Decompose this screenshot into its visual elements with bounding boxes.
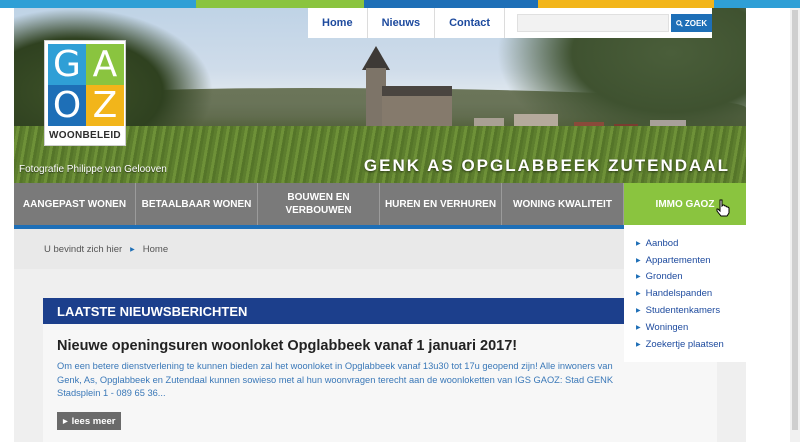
top-navigation: Home Nieuws Contact ZOEK [308,8,712,38]
news-panel: LAATSTE NIEUWSBERICHTEN Nieuwe openingsu… [43,298,717,442]
news-article-title[interactable]: Nieuwe openingsuren woonloket Opglabbeek… [57,338,517,354]
topnav-home-link[interactable]: Home [308,8,368,38]
strip-segment [196,0,364,8]
bullet-icon: ▶ [636,291,641,298]
breadcrumb-separator-icon: ▶ [130,246,135,253]
dropdown-item-label: Gronden [645,271,683,283]
breadcrumb: U bevindt zich hier ▶ Home [14,229,624,269]
dropdown-item-label: Studentenkamers [645,305,721,317]
topnav-contact-link[interactable]: Contact [435,8,506,38]
bullet-icon: ▶ [636,324,641,331]
arrow-right-icon: ▶ [63,418,68,425]
bullet-icon: ▶ [636,341,641,348]
dropdown-item-label: Zoekertje plaatsen [645,338,724,350]
dropdown-item-woningen[interactable]: ▶ Woningen [624,319,746,336]
logo-letter: G [48,44,86,85]
scrollbar-thumb[interactable] [792,10,798,430]
nav-betaalbaar-wonen[interactable]: BETAALBAAR WONEN [136,183,258,225]
dropdown-item-appartementen[interactable]: ▶ Appartementen [624,252,746,269]
header-banner: G A O Z WOONBELEID Fotografie Philippe v… [14,8,746,183]
nav-huren-verhuren[interactable]: HUREN EN VERHUREN [380,183,502,225]
page: G A O Z WOONBELEID Fotografie Philippe v… [14,8,746,442]
breadcrumb-home-link[interactable]: Home [143,244,168,255]
strip-segment [714,0,800,8]
topnav-news-link[interactable]: Nieuws [368,8,436,38]
dropdown-item-zoekertje-plaatsen[interactable]: ▶ Zoekertje plaatsen [624,336,746,353]
logo-letter: O [48,85,86,126]
strip-segment [538,0,714,8]
strip-segment [0,0,196,8]
photo-credit: Fotografie Philippe van Gelooven [19,164,167,175]
dropdown-item-label: Aanbod [645,237,679,249]
logo-subtitle: WOONBELEID [49,130,121,141]
bullet-icon: ▶ [636,274,641,281]
main-navigation: AANGEPAST WONEN BETAALBAAR WONEN BOUWEN … [14,183,746,225]
region-tagline: GENK AS OPGLABBEEK ZUTENDAAL [363,156,730,175]
nav-aangepast-wonen[interactable]: AANGEPAST WONEN [14,183,136,225]
news-article-excerpt: Om een betere dienstverlening te kunnen … [57,361,614,398]
news-section-header: LAATSTE NIEUWSBERICHTEN [43,298,717,324]
read-more-button[interactable]: ▶ lees meer [57,412,122,430]
search-button[interactable]: ZOEK [671,14,712,32]
hand-cursor-icon [716,199,730,217]
logo-letter: A [86,44,124,85]
gaoz-logo[interactable]: G A O Z WOONBELEID [44,40,126,146]
nav-woning-kwaliteit[interactable]: WONING KWALITEIT [502,183,624,225]
search-button-label: ZOEK [684,18,708,28]
dropdown-item-label: Handelspanden [645,288,713,300]
bullet-icon: ▶ [636,257,641,264]
logo-letter: Z [86,85,124,126]
dropdown-item-studentenkamers[interactable]: ▶ Studentenkamers [624,302,746,319]
dropdown-item-label: Appartementen [645,254,711,266]
bullet-icon: ▶ [636,240,641,247]
dropdown-item-handelspanden[interactable]: ▶ Handelspanden [624,285,746,302]
immo-gaoz-dropdown: ▶ Aanbod ▶ Appartementen ▶ Gronden ▶ Handels… [624,225,746,362]
dropdown-item-aanbod[interactable]: ▶ Aanbod [624,235,746,252]
search-input[interactable] [517,14,670,32]
dropdown-item-label: Woningen [645,321,689,333]
top-color-strip [0,0,800,8]
search-icon [676,19,683,27]
bullet-icon: ▶ [636,308,641,315]
nav-bouwen-verbouwen[interactable]: BOUWEN EN VERBOUWEN [258,183,380,225]
banner-church [352,46,452,130]
read-more-label: lees meer [71,415,116,427]
breadcrumb-prefix: U bevindt zich hier [44,243,123,255]
dropdown-item-gronden[interactable]: ▶ Gronden [624,269,746,286]
strip-segment [364,0,538,8]
